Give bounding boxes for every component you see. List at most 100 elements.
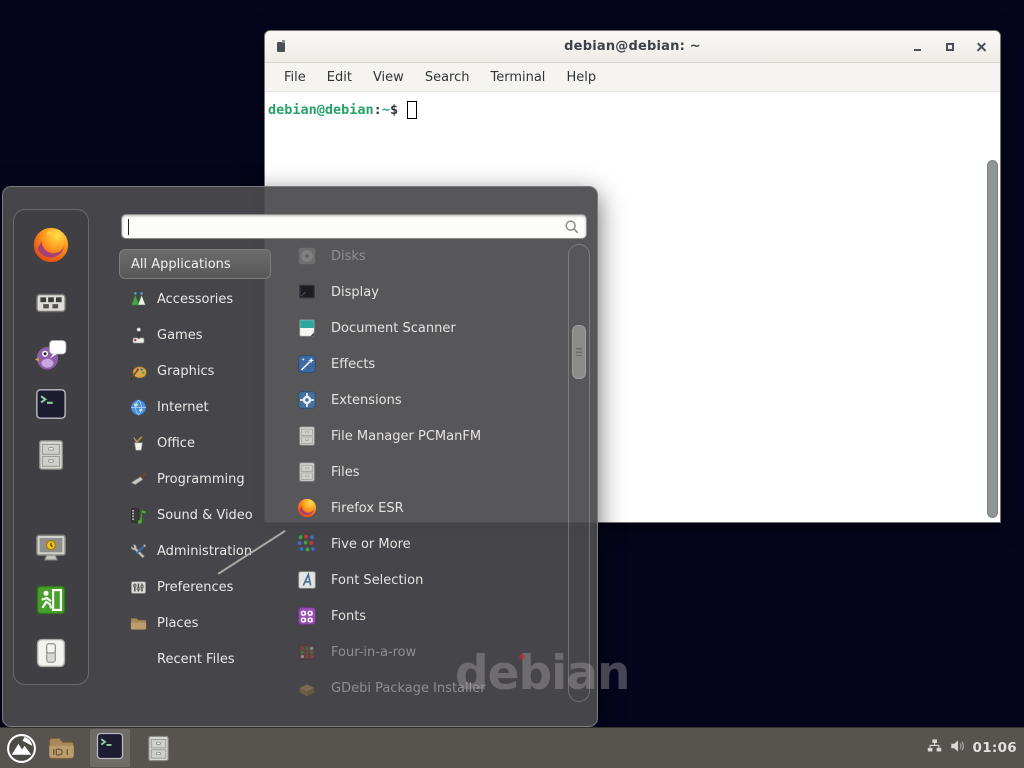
category-graphics[interactable]: Graphics: [119, 353, 271, 389]
category-programming[interactable]: Programming: [119, 461, 271, 497]
internet-icon: [129, 398, 148, 417]
shutdown-icon[interactable]: [34, 636, 68, 674]
category-accessories[interactable]: Accessories: [119, 281, 271, 317]
terminal-icon[interactable]: [34, 387, 68, 425]
menu-edit[interactable]: Edit: [327, 70, 352, 85]
games-icon: [129, 326, 148, 345]
fonts-icon: [296, 605, 318, 627]
app-effects[interactable]: Effects: [288, 346, 564, 382]
app-label: Disks: [331, 249, 366, 264]
app-five-or-more[interactable]: Five or More: [288, 526, 564, 562]
terminal-scrollbar[interactable]: [987, 160, 998, 518]
category-sound-video[interactable]: Sound & Video: [119, 497, 271, 533]
close-icon[interactable]: [973, 39, 990, 56]
terminal-titlebar[interactable]: debian@debian: ~: [265, 31, 1000, 63]
category-preferences[interactable]: Preferences: [119, 569, 271, 605]
minimize-icon[interactable]: [909, 39, 926, 56]
logout-icon[interactable]: [34, 583, 68, 621]
package-manager-icon[interactable]: [34, 286, 68, 324]
menu-terminal[interactable]: Terminal: [490, 70, 545, 85]
app-extensions[interactable]: Extensions: [288, 382, 564, 418]
firefox-icon[interactable]: [31, 225, 71, 269]
menu-view[interactable]: View: [373, 70, 404, 85]
app-four-in-a-row[interactable]: Four-in-a-row: [288, 634, 564, 670]
app-fonts[interactable]: Fonts: [288, 598, 564, 634]
effects-icon: [296, 353, 318, 375]
app-disks[interactable]: Disks: [288, 238, 564, 274]
terminal-title: debian@debian: ~: [265, 39, 1000, 54]
clock[interactable]: 01:06: [973, 740, 1017, 756]
office-icon: [129, 434, 148, 453]
sound-video-icon: [129, 506, 148, 525]
app-firefox-esr[interactable]: Firefox ESR: [288, 490, 564, 526]
app-label: GDebi Package Installer: [331, 681, 486, 696]
search-text-caret: [128, 219, 129, 235]
pidgin-icon[interactable]: [34, 337, 68, 375]
search-icon: [563, 218, 581, 240]
taskbar: 01:06: [0, 727, 1024, 768]
app-list-scrollbar-thumb[interactable]: [572, 325, 586, 379]
menu-help[interactable]: Help: [566, 70, 596, 85]
four-in-a-row-icon: [296, 641, 318, 663]
app-document-scanner[interactable]: Document Scanner: [288, 310, 564, 346]
category-label: Recent Files: [157, 652, 235, 667]
maximize-icon[interactable]: [941, 39, 958, 56]
places-icon: [129, 614, 148, 633]
menu-file[interactable]: File: [284, 70, 306, 85]
app-gdebi-package-installer[interactable]: GDebi Package Installer: [288, 670, 564, 706]
category-internet[interactable]: Internet: [119, 389, 271, 425]
menu-button-icon[interactable]: [6, 733, 37, 764]
app-list-scrollbar[interactable]: [568, 244, 590, 702]
app-display[interactable]: Display: [288, 274, 564, 310]
disks-icon: [296, 245, 318, 267]
file-cabinet-icon: [296, 425, 318, 447]
category-places[interactable]: Places: [119, 605, 271, 641]
file-cabinet-icon[interactable]: [144, 734, 173, 763]
category-list: All Applications Accessories Games: [119, 249, 271, 677]
menu-search[interactable]: Search: [425, 70, 470, 85]
favorites-panel: [13, 209, 89, 685]
search-input[interactable]: [122, 215, 586, 238]
accessories-icon: [129, 290, 148, 309]
shell-prompt: debian@debian:~$: [268, 101, 986, 119]
category-all-applications[interactable]: All Applications: [119, 249, 271, 279]
category-games[interactable]: Games: [119, 317, 271, 353]
application-list: Disks Display Document Scanner: [288, 238, 564, 706]
volume-icon[interactable]: [949, 737, 967, 759]
category-administration[interactable]: Administration: [119, 533, 271, 569]
app-label: Five or More: [331, 537, 411, 552]
category-label: Administration: [157, 544, 252, 559]
app-label: Font Selection: [331, 573, 423, 588]
search-box: [121, 214, 587, 239]
gdebi-icon: [296, 677, 318, 699]
extensions-icon: [296, 389, 318, 411]
prompt-path: ~: [382, 102, 390, 118]
category-label: Internet: [157, 400, 209, 415]
app-file-manager-pcmanfm[interactable]: File Manager PCManFM: [288, 418, 564, 454]
terminal-scrollbar-thumb[interactable]: [987, 160, 998, 518]
document-scanner-icon: [296, 317, 318, 339]
app-label: Files: [331, 465, 360, 480]
category-label: Graphics: [157, 364, 214, 379]
firefox-icon: [296, 497, 318, 519]
category-label: All Applications: [131, 257, 231, 272]
terminal-menubar: File Edit View Search Terminal Help: [265, 63, 1000, 92]
five-or-more-icon: [296, 533, 318, 555]
app-label: Fonts: [331, 609, 366, 624]
app-label: Four-in-a-row: [331, 645, 416, 660]
administration-icon: [129, 542, 148, 561]
category-recent-files[interactable]: Recent Files: [119, 641, 271, 677]
app-files[interactable]: Files: [288, 454, 564, 490]
folder-icon[interactable]: [46, 733, 77, 764]
category-office[interactable]: Office: [119, 425, 271, 461]
screensaver-icon[interactable]: [34, 531, 68, 569]
network-icon[interactable]: [926, 738, 943, 759]
prompt-user-host: debian@debian: [268, 102, 374, 118]
app-font-selection[interactable]: Font Selection: [288, 562, 564, 598]
category-label: Sound & Video: [157, 508, 253, 523]
file-cabinet-icon[interactable]: [34, 438, 68, 476]
app-label: Document Scanner: [331, 321, 456, 336]
app-label: Firefox ESR: [331, 501, 404, 516]
desktop: debian@debian: ~ File Edit View Search T…: [0, 0, 1024, 768]
terminal-taskbar-button[interactable]: [90, 729, 130, 767]
